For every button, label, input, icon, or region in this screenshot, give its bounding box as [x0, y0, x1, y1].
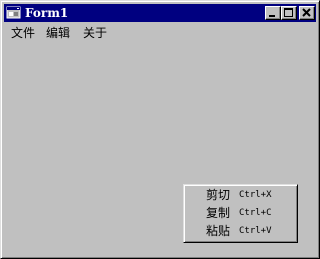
menu-file[interactable]: 文件: [11, 25, 35, 41]
context-menu: 剪切 Ctrl+X 复制 Ctrl+C 粘贴 Ctrl+V: [183, 184, 298, 243]
paste-label: 粘贴: [206, 224, 231, 238]
form-app-icon[interactable]: [6, 5, 22, 21]
cut-shortcut: Ctrl+X: [239, 190, 272, 200]
maximize-icon: [284, 8, 293, 17]
minimize-button[interactable]: [265, 6, 281, 20]
context-menu-item-paste[interactable]: 粘贴 Ctrl+V: [186, 223, 295, 240]
maximize-button[interactable]: [281, 6, 297, 20]
menu-about[interactable]: 关于: [83, 25, 107, 41]
menu-edit[interactable]: 编辑: [46, 25, 70, 41]
close-button[interactable]: [299, 6, 315, 20]
copy-label: 复制: [206, 206, 231, 220]
close-icon: [302, 8, 311, 17]
window-title: Form1: [25, 6, 69, 20]
copy-shortcut: Ctrl+C: [239, 208, 272, 218]
context-menu-item-copy[interactable]: 复制 Ctrl+C: [186, 205, 295, 222]
cut-label: 剪切: [206, 188, 231, 202]
form1-window: Form1 文件 编辑 关于 剪切 Ctrl+X 复制 Ctrl+C 粘贴 Ct…: [0, 0, 320, 259]
context-menu-item-cut[interactable]: 剪切 Ctrl+X: [186, 187, 295, 204]
title-bar[interactable]: Form1: [4, 4, 316, 22]
paste-shortcut: Ctrl+V: [239, 226, 272, 236]
minimize-icon: [269, 15, 275, 17]
menu-bar: 文件 编辑 关于: [4, 23, 316, 42]
